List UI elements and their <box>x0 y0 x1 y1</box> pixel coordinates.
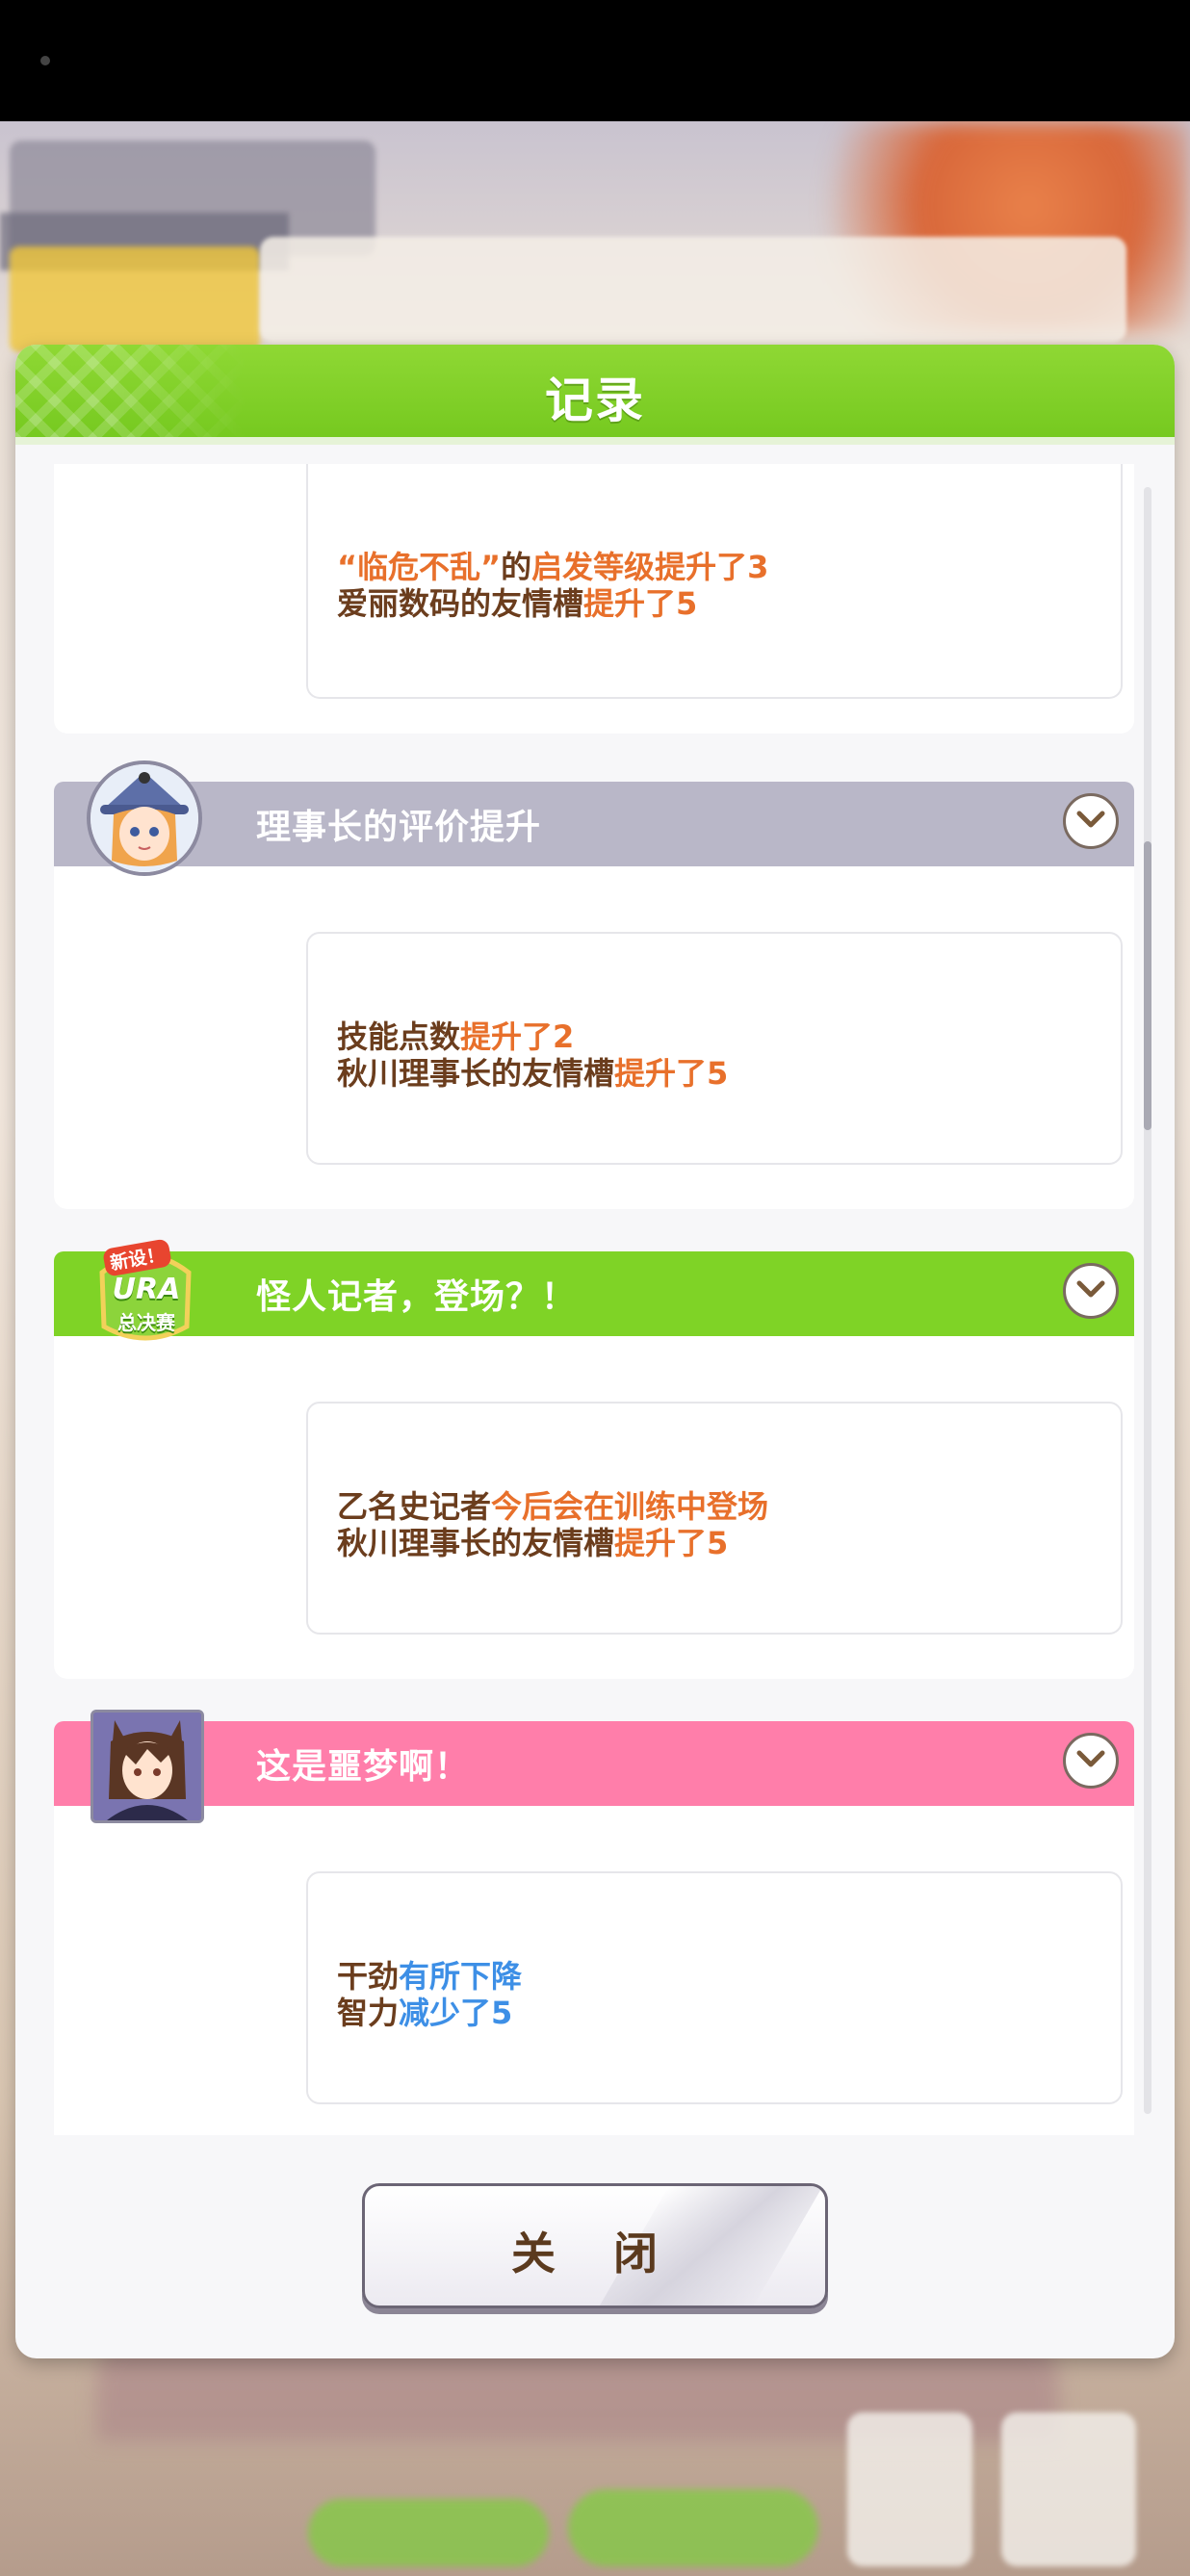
entry-header[interactable]: 理事长的评价提升 <box>54 782 1134 866</box>
record-detail-card: 干劲有所下降 智力减少了5 <box>306 1871 1123 2104</box>
entry-title: 怪人记者，登场？！ <box>256 1277 578 1317</box>
chairwoman-portrait <box>87 760 202 876</box>
record-detail-card: “临危不乱”的启发等级提升了3 爱丽数码的友情槽提升了5 <box>306 464 1123 699</box>
entry-body: 干劲有所下降 智力减少了5 <box>54 1806 1134 2135</box>
status-dot <box>40 56 50 65</box>
record-dialog: 记录 “临危不乱”的启发等级提升了3 爱丽数码的友情槽提升了5 理事长的评价提升 <box>15 345 1175 2358</box>
horse-girl-portrait <box>91 1710 204 1823</box>
dialog-title: 记录 <box>545 373 645 428</box>
expand-button[interactable] <box>1063 793 1119 849</box>
entry-title: 理事长的评价提升 <box>256 808 542 847</box>
expand-button[interactable] <box>1063 1733 1119 1789</box>
detail-line: 秋川理事长的友情槽提升了5 <box>337 1525 729 1561</box>
record-detail-card: 技能点数提升了2 秋川理事长的友情槽提升了5 <box>306 932 1123 1165</box>
detail-line: 爱丽数码的友情槽提升了5 <box>337 585 698 622</box>
detail-line: 秋川理事长的友情槽提升了5 <box>337 1055 729 1092</box>
chevron-down-icon <box>1076 811 1105 828</box>
dialog-header: 记录 <box>15 345 1175 445</box>
scrollbar-thumb[interactable] <box>1144 841 1151 1130</box>
entry-body: 技能点数提升了2 秋川理事长的友情槽提升了5 <box>54 866 1134 1209</box>
entry-header[interactable]: 这是噩梦啊！ <box>54 1721 1134 1806</box>
close-button[interactable]: 关 闭 <box>362 2183 828 2308</box>
expand-button[interactable] <box>1063 1263 1119 1319</box>
detail-line: 智力减少了5 <box>337 1995 513 2031</box>
chevron-down-icon <box>1076 1750 1105 1767</box>
ura-finals-badge: 新设！ URA 总决赛 <box>83 1234 208 1353</box>
scrollbar-track[interactable] <box>1144 487 1151 2114</box>
record-list[interactable]: “临危不乱”的启发等级提升了3 爱丽数码的友情槽提升了5 理事长的评价提升 技能… <box>15 464 1175 2135</box>
entry-header[interactable]: 怪人记者，登场？！ <box>54 1251 1134 1336</box>
entry-title: 这是噩梦啊！ <box>256 1747 471 1787</box>
entry-body: 乙名史记者今后会在训练中登场 秋川理事长的友情槽提升了5 <box>54 1336 1134 1679</box>
status-bar <box>0 0 1190 121</box>
chevron-down-icon <box>1076 1280 1105 1298</box>
record-detail-card: 乙名史记者今后会在训练中登场 秋川理事长的友情槽提升了5 <box>306 1402 1123 1635</box>
